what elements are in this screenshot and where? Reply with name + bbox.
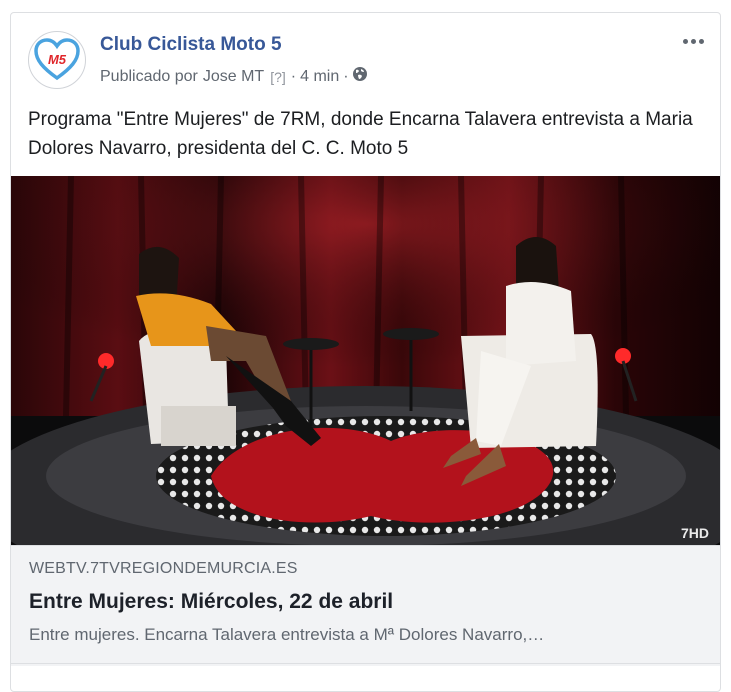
link-description: Entre mujeres. Encarna Talavera entrevis…: [29, 625, 545, 644]
separator: ·: [290, 67, 297, 85]
channel-watermark: 7HD: [681, 525, 709, 541]
studio-scene-image: 7HD: [11, 176, 720, 545]
heart-logo-icon: M5: [34, 38, 80, 81]
more-options-icon[interactable]: [678, 31, 708, 51]
post-meta: Publicado por Jose MT [?] · 4 min ·: [100, 66, 368, 87]
post-header: M5 Club Ciclista Moto 5 Publicado por Jo…: [11, 13, 720, 91]
author-link[interactable]: Jose MT: [203, 68, 264, 86]
globe-icon[interactable]: [352, 66, 368, 87]
link-preview[interactable]: WEBTV.7TVREGIONDEMURCIA.ES Entre Mujeres…: [11, 545, 720, 666]
video-thumbnail[interactable]: 7HD: [11, 176, 720, 545]
timestamp-link[interactable]: 4 min: [300, 68, 339, 86]
divider: [11, 663, 720, 664]
avatar[interactable]: M5: [28, 31, 86, 89]
page-name-link[interactable]: Club Ciclista Moto 5: [100, 34, 282, 56]
published-prefix: Publicado por: [100, 67, 198, 85]
post-text: Programa "Entre Mujeres" de 7RM, donde E…: [28, 109, 693, 159]
avatar-text: M5: [48, 52, 67, 67]
post-card: M5 Club Ciclista Moto 5 Publicado por Jo…: [10, 12, 721, 692]
link-domain: WEBTV.7TVREGIONDEMURCIA.ES: [29, 560, 298, 577]
link-title[interactable]: Entre Mujeres: Miércoles, 22 de abril: [29, 590, 393, 614]
separator: ·: [343, 67, 349, 85]
help-marker[interactable]: [?]: [270, 69, 286, 85]
